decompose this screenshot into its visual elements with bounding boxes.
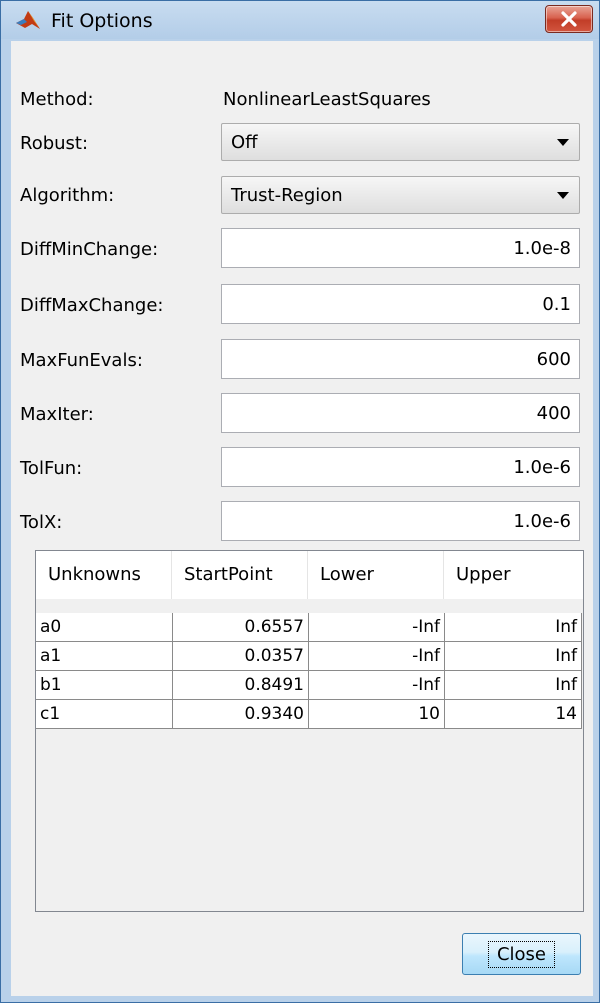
table-row[interactable]: b1 0.8491 -Inf Inf <box>36 671 583 700</box>
close-icon <box>561 11 577 27</box>
cell-upper[interactable]: Inf <box>445 613 582 642</box>
cell-unknown[interactable]: a0 <box>36 613 173 642</box>
cell-lower[interactable]: 10 <box>309 700 445 729</box>
cell-lower[interactable]: -Inf <box>309 642 445 671</box>
robust-dropdown[interactable]: Off <box>221 123 580 161</box>
close-button-label: Close <box>487 940 556 968</box>
cell-startpoint[interactable]: 0.6557 <box>173 613 309 642</box>
column-header-upper[interactable]: Upper <box>444 551 580 599</box>
tol-fun-input[interactable] <box>222 448 579 486</box>
cell-upper[interactable]: Inf <box>445 642 582 671</box>
column-header-lower[interactable]: Lower <box>308 551 444 599</box>
cell-startpoint[interactable]: 0.0357 <box>173 642 309 671</box>
cell-unknown[interactable]: a1 <box>36 642 173 671</box>
chevron-down-icon <box>557 192 569 199</box>
diff-max-change-field[interactable] <box>221 284 580 324</box>
robust-label: Robust: <box>20 133 89 154</box>
diff-min-change-label: DiffMinChange: <box>20 239 159 260</box>
table-row[interactable]: a0 0.6557 -Inf Inf <box>36 613 583 642</box>
column-header-unknowns[interactable]: Unknowns <box>36 551 172 599</box>
tol-x-field[interactable] <box>221 501 580 541</box>
cell-upper[interactable]: Inf <box>445 671 582 700</box>
column-header-startpoint[interactable]: StartPoint <box>172 551 308 599</box>
tol-x-label: TolX: <box>20 512 63 533</box>
algorithm-label: Algorithm: <box>20 185 115 206</box>
diff-max-change-input[interactable] <box>222 285 579 323</box>
tol-x-input[interactable] <box>222 502 579 540</box>
window-close-button[interactable] <box>545 5 593 33</box>
diff-min-change-field[interactable] <box>221 228 580 268</box>
method-label: Method: <box>20 89 94 110</box>
chevron-down-icon <box>557 139 569 146</box>
diff-max-change-label: DiffMaxChange: <box>20 295 164 316</box>
tol-fun-field[interactable] <box>221 447 580 487</box>
window-title: Fit Options <box>51 10 153 32</box>
cell-unknown[interactable]: c1 <box>36 700 173 729</box>
max-fun-evals-label: MaxFunEvals: <box>20 350 143 371</box>
max-fun-evals-field[interactable] <box>221 339 580 379</box>
cell-upper[interactable]: 14 <box>445 700 582 729</box>
max-iter-input[interactable] <box>222 394 579 432</box>
cell-lower[interactable]: -Inf <box>309 671 445 700</box>
diff-min-change-input[interactable] <box>222 229 579 267</box>
cell-unknown[interactable]: b1 <box>36 671 173 700</box>
cell-startpoint[interactable]: 0.8491 <box>173 671 309 700</box>
tol-fun-label: TolFun: <box>20 458 83 479</box>
coefficients-table[interactable]: Unknowns StartPoint Lower Upper a0 0.655… <box>35 550 584 912</box>
max-iter-field[interactable] <box>221 393 580 433</box>
algorithm-selected-value: Trust-Region <box>231 185 343 206</box>
algorithm-dropdown[interactable]: Trust-Region <box>221 176 580 214</box>
cell-startpoint[interactable]: 0.9340 <box>173 700 309 729</box>
matlab-icon <box>16 11 40 29</box>
max-fun-evals-input[interactable] <box>222 340 579 378</box>
cell-lower[interactable]: -Inf <box>309 613 445 642</box>
robust-selected-value: Off <box>231 132 258 153</box>
table-row[interactable]: a1 0.0357 -Inf Inf <box>36 642 583 671</box>
title-bar[interactable]: Fit Options <box>1 1 599 39</box>
table-row[interactable]: c1 0.9340 10 14 <box>36 700 583 729</box>
max-iter-label: MaxIter: <box>20 404 94 425</box>
close-button[interactable]: Close <box>462 933 581 975</box>
method-value: NonlinearLeastSquares <box>223 89 431 110</box>
table-header-row: Unknowns StartPoint Lower Upper <box>36 551 583 599</box>
